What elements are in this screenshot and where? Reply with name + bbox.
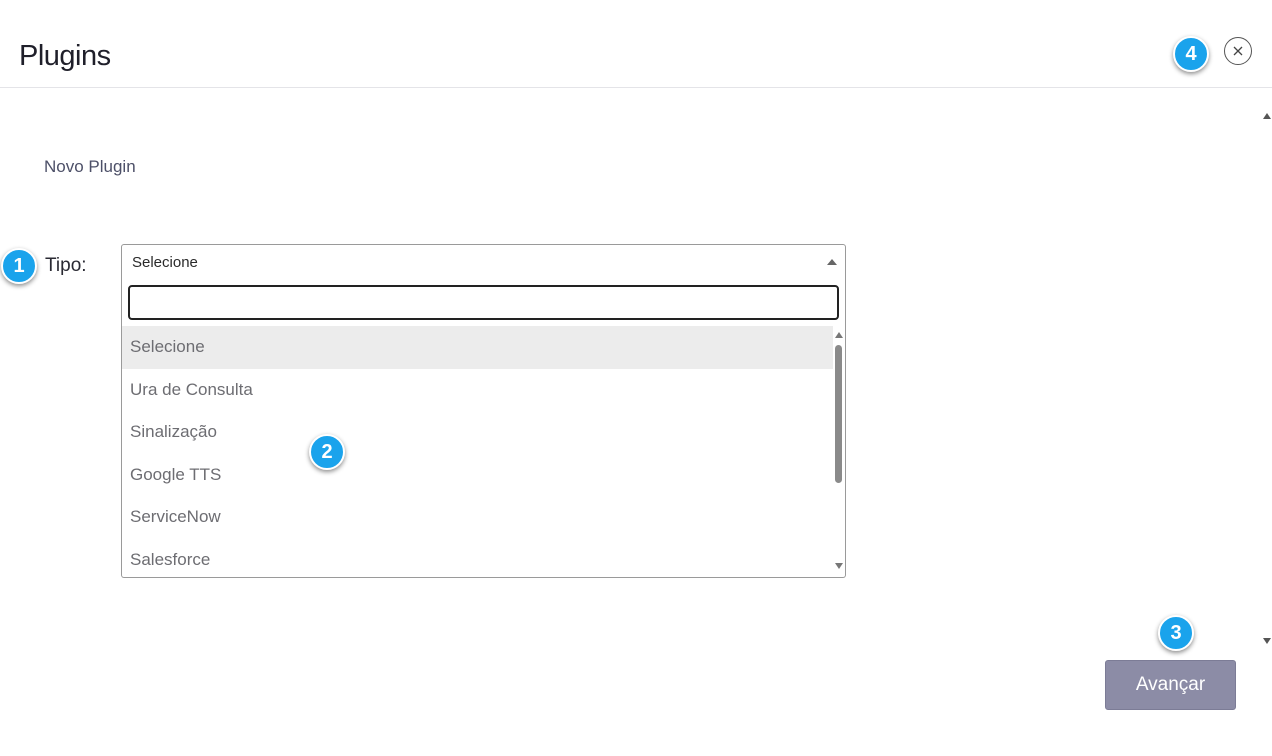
option-item[interactable]: Sinalização [122, 411, 833, 454]
step-badge-4: 4 [1173, 36, 1209, 72]
section-title: Novo Plugin [44, 157, 136, 176]
next-button[interactable]: Avançar [1105, 660, 1236, 710]
dropdown-search-input[interactable] [128, 285, 839, 320]
option-list: Selecione Ura de Consulta Sinalização Go… [122, 326, 833, 578]
scroll-thumb[interactable] [835, 345, 842, 483]
modal-title: Plugins [19, 40, 111, 72]
option-item[interactable]: Google TTS [122, 454, 833, 497]
tipo-select[interactable]: Selecione [121, 244, 846, 279]
step-badge-1: 1 [1, 248, 37, 284]
list-scrollbar[interactable] [833, 326, 845, 576]
scroll-down-icon[interactable] [835, 563, 843, 569]
option-item[interactable]: Salesforce [122, 539, 833, 578]
scroll-up-icon[interactable] [835, 332, 843, 338]
close-button[interactable] [1224, 37, 1252, 65]
option-item[interactable]: Selecione [122, 326, 833, 369]
page-scroll-up-icon[interactable] [1263, 113, 1271, 119]
page-scroll-down-icon[interactable] [1263, 638, 1271, 644]
header-divider [0, 87, 1272, 88]
dropdown-panel: Selecione Ura de Consulta Sinalização Go… [121, 278, 846, 578]
select-value: Selecione [132, 254, 198, 271]
tipo-label: Tipo: [45, 255, 87, 276]
close-icon [1233, 46, 1243, 56]
step-badge-3: 3 [1158, 615, 1194, 651]
option-item[interactable]: ServiceNow [122, 496, 833, 539]
option-item[interactable]: Ura de Consulta [122, 369, 833, 412]
step-badge-2: 2 [309, 434, 345, 470]
caret-up-icon [827, 259, 837, 265]
